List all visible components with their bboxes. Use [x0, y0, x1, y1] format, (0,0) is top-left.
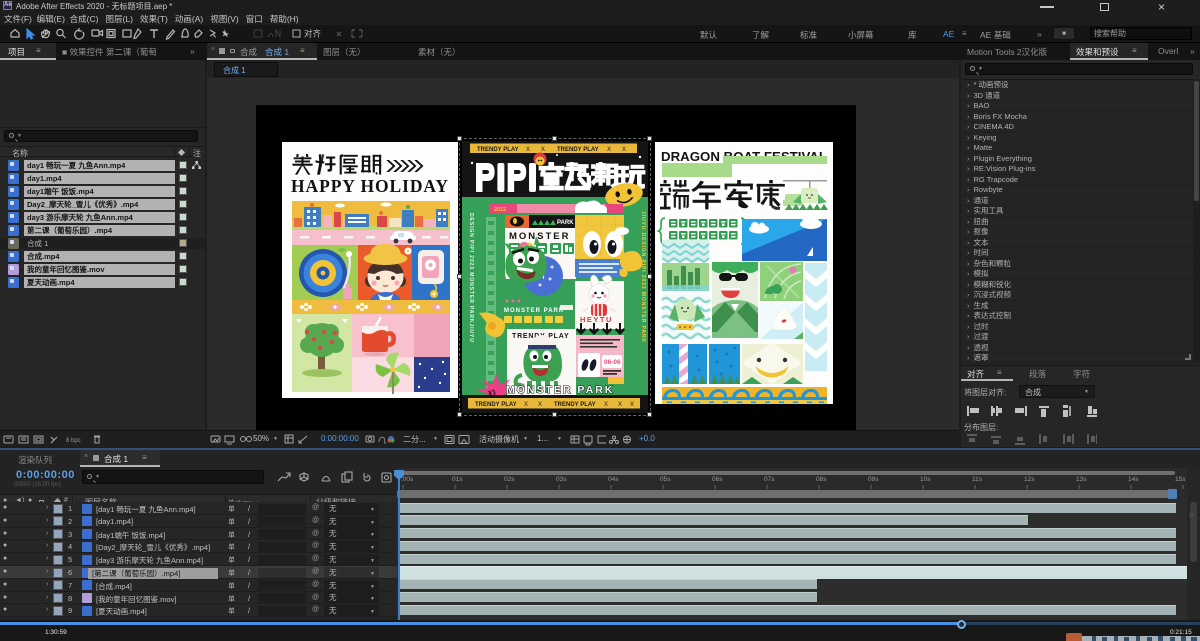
- svg-text:PARK: PARK: [557, 220, 574, 226]
- svg-text:X: X: [607, 147, 611, 153]
- svg-text:X: X: [630, 402, 634, 408]
- svg-text:TRENDY PLAY: TRENDY PLAY: [557, 147, 599, 153]
- svg-text:TRENDY PLAY: TRENDY PLAY: [554, 402, 596, 408]
- svg-text:JIUYU DESIGN PIPI 2023 MONSTER: JIUYU DESIGN PIPI 2023 MONSTER PARK: [640, 211, 646, 343]
- svg-text:MONSTER: MONSTER: [509, 231, 571, 242]
- svg-text:8 bpc: 8 bpc: [66, 438, 81, 444]
- svg-text:对齐: 对齐: [304, 29, 322, 39]
- svg-text:HAPPY HOLIDAY: HAPPY HOLIDAY: [291, 176, 448, 196]
- svg-text:MONSTER PARK: MONSTER PARK: [506, 384, 614, 396]
- svg-text:06-06: 06-06: [604, 359, 621, 366]
- svg-text:DESIGN PIPI 2023 MONSTER PARKJ: DESIGN PIPI 2023 MONSTER PARKJIUYU: [468, 213, 474, 343]
- svg-text:X: X: [604, 402, 608, 408]
- svg-text:X: X: [524, 402, 528, 408]
- svg-text:X: X: [526, 147, 530, 153]
- svg-text:MONSTER PARK: MONSTER PARK: [504, 308, 564, 314]
- svg-text:X: X: [622, 147, 626, 153]
- svg-text:X: X: [538, 402, 542, 408]
- svg-text:X: X: [541, 147, 545, 153]
- svg-text:TRENDY PLAY: TRENDY PLAY: [475, 402, 517, 408]
- svg-text:TRENDY PLAY: TRENDY PLAY: [477, 147, 519, 153]
- svg-text:HEYTU: HEYTU: [580, 315, 613, 324]
- svg-text:X: X: [618, 402, 622, 408]
- svg-text:2022: 2022: [494, 207, 506, 213]
